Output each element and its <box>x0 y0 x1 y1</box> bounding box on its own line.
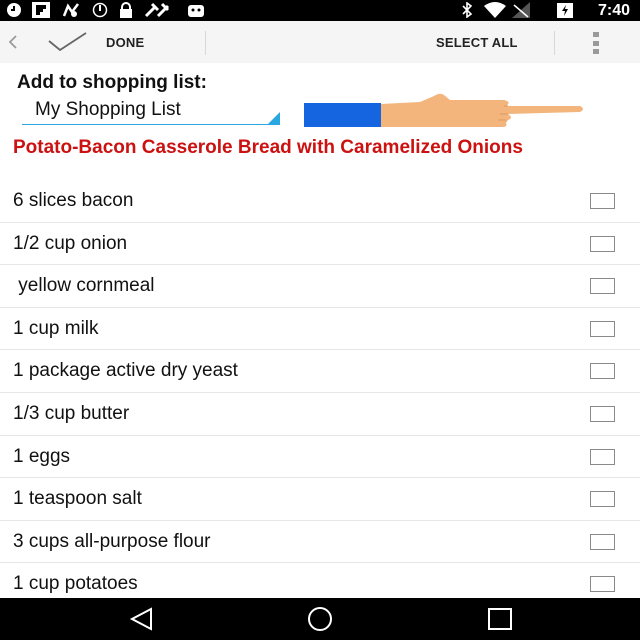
tools-icon <box>144 2 170 18</box>
lock-icon <box>118 2 134 18</box>
ingredient-checkbox[interactable] <box>590 533 615 550</box>
ingredient-checkbox[interactable] <box>590 576 615 593</box>
recipe-title: Potato-Bacon Casserole Bread with Carame… <box>13 137 523 158</box>
ingredient-row[interactable]: 6 slices bacon <box>0 180 640 223</box>
status-bar: 7:40 <box>0 0 640 21</box>
ingredient-label: 1 package active dry yeast <box>13 360 238 382</box>
ingredient-checkbox[interactable] <box>590 278 615 295</box>
sync-icon <box>92 2 108 18</box>
ingredient-row[interactable]: 1 package active dry yeast <box>0 350 640 393</box>
ingredient-checkbox[interactable] <box>590 448 615 465</box>
done-check-icon[interactable] <box>46 31 88 53</box>
android-icon <box>186 2 206 18</box>
dropdown-underline <box>22 124 280 125</box>
add-to-shopping-list-label: Add to shopping list: <box>17 72 207 93</box>
ingredient-checkbox[interactable] <box>590 320 615 337</box>
back-icon[interactable] <box>127 606 157 632</box>
bluetooth-icon <box>460 2 474 18</box>
ingredient-label: 1 cup potatoes <box>13 573 138 595</box>
ingredient-checkbox[interactable] <box>590 405 615 422</box>
action-bar: DONE SELECT ALL <box>0 21 640 63</box>
ingredient-label: 1 teaspoon salt <box>13 488 142 510</box>
maps-icon <box>62 2 80 18</box>
ingredient-row[interactable]: 3 cups all-purpose flour <box>0 521 640 564</box>
ingredient-label: 1 cup milk <box>13 317 99 339</box>
ingredient-row[interactable]: 1 eggs <box>0 436 640 479</box>
ingredient-label: 3 cups all-purpose flour <box>13 530 211 552</box>
done-button[interactable]: DONE <box>106 35 144 50</box>
ingredient-row[interactable]: yellow cornmeal <box>0 265 640 308</box>
ingredient-checkbox[interactable] <box>590 491 615 508</box>
pointing-hand-icon <box>304 92 586 130</box>
navigation-bar <box>0 598 640 640</box>
wifi-icon <box>484 2 506 18</box>
ingredient-label: 1/2 cup onion <box>13 232 128 254</box>
ingredient-label: yellow cornmeal <box>13 275 155 297</box>
ingredient-list: 6 slices bacon 1/2 cup onion yellow cornm… <box>0 180 640 606</box>
ingredient-checkbox[interactable] <box>590 363 615 380</box>
ingredient-label: 1/3 cup butter <box>13 402 130 424</box>
ingredient-row[interactable]: 1/2 cup onion <box>0 223 640 266</box>
recents-icon[interactable] <box>485 606 515 632</box>
ingredient-row[interactable]: 1 teaspoon salt <box>0 478 640 521</box>
dropdown-arrow-icon <box>268 112 280 124</box>
ingredient-row[interactable]: 1 cup milk <box>0 308 640 351</box>
action-bar-divider <box>554 31 555 55</box>
battery-icon <box>556 2 574 18</box>
back-chevron-icon[interactable] <box>6 32 20 52</box>
ingredient-row[interactable]: 1/3 cup butter <box>0 393 640 436</box>
clock-icon <box>6 2 22 18</box>
flipboard-icon <box>32 2 50 18</box>
action-bar-divider <box>205 31 206 55</box>
home-icon[interactable] <box>305 606 335 632</box>
shopping-list-dropdown[interactable]: My Shopping List <box>22 97 280 125</box>
ingredient-label: 1 eggs <box>13 445 71 467</box>
ingredient-label: 6 slices bacon <box>13 190 134 211</box>
ingredient-checkbox[interactable] <box>590 193 615 209</box>
status-time: 7:40 <box>597 2 630 19</box>
ingredient-checkbox[interactable] <box>590 235 615 252</box>
signal-icon <box>512 2 530 18</box>
select-all-button[interactable]: SELECT ALL <box>436 35 518 50</box>
overflow-menu-icon[interactable] <box>592 32 600 54</box>
shopping-list-selected-value: My Shopping List <box>35 99 181 120</box>
